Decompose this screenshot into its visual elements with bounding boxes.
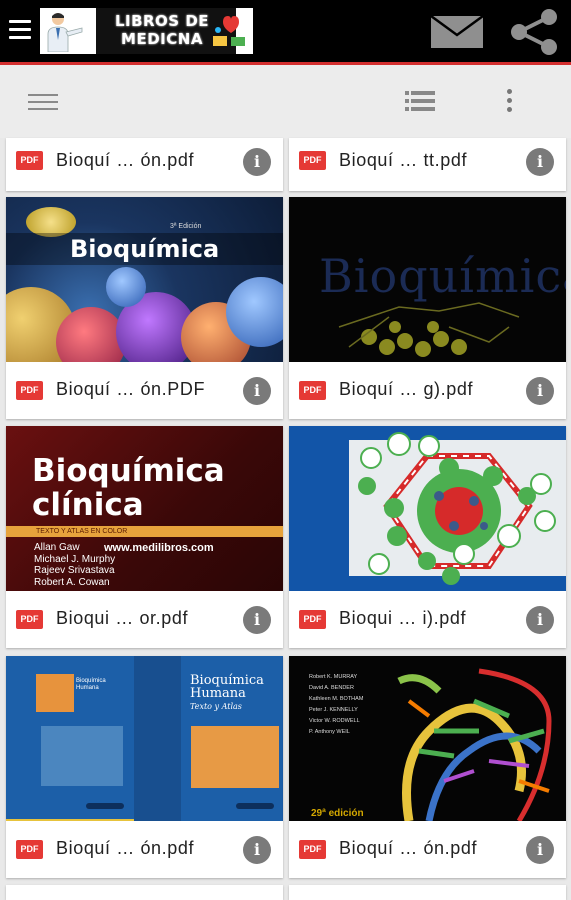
cover-author: Kathleen M. BOTHAM [309, 696, 364, 702]
file-card[interactable]: PDF Bioqui … i).pdf i [289, 426, 566, 648]
file-card[interactable] [289, 885, 566, 900]
molecule-cover-graphic [289, 426, 566, 591]
share-icon[interactable] [507, 9, 561, 55]
info-icon[interactable]: i [526, 606, 554, 634]
cover-authors: Allan Gaw Michael J. Murphy Rajeev Sriva… [34, 542, 115, 588]
cover-edition: 3ª Edición [170, 223, 202, 230]
cover-title-line-2: clínica [32, 487, 144, 523]
hamburger-icon[interactable] [9, 20, 31, 42]
cover-edition: 29ª edición [311, 808, 364, 819]
pdf-icon: PDF [299, 840, 326, 859]
more-vert-icon[interactable] [505, 89, 513, 115]
logo-text: LIBROS DE MEDICNA [102, 12, 222, 48]
pdf-icon: PDF [16, 151, 43, 170]
file-card[interactable] [6, 885, 283, 900]
list-view-icon[interactable] [405, 90, 435, 112]
file-name: Bioquí … tt.pdf [339, 150, 468, 170]
pdf-icon: PDF [16, 381, 43, 400]
cover-title-line-2: Humana [190, 686, 246, 701]
file-card[interactable]: 3ª Edición Bioquímica PDF Bioquí … ón.PD… [6, 197, 283, 419]
cover-title: Bioquímica clínica [32, 454, 225, 522]
drawer-menu-icon[interactable] [28, 94, 58, 110]
file-thumbnail: Bioquímica [289, 197, 566, 362]
cover-subtitle: Texto y Atlas [190, 702, 242, 711]
cover-author: Robert A. Cowan [34, 576, 110, 588]
info-icon[interactable]: i [243, 836, 271, 864]
cover-author: Michael J. Murphy [34, 553, 116, 565]
file-name: Bioqui … or.pdf [56, 608, 189, 628]
file-card[interactable]: Bioquímica PDF Bioquí … g).pdf i [289, 197, 566, 419]
file-thumbnail [289, 426, 566, 591]
info-icon[interactable]: i [526, 377, 554, 405]
file-caption: PDF Bioquí … ón.pdf i [6, 821, 283, 878]
file-card[interactable]: Bioquímica clínica TEXTO Y ATLAS EN COLO… [6, 426, 283, 648]
cover-author: Victor W. RODWELL [309, 718, 360, 724]
heart-pills-icon [213, 16, 245, 46]
file-card[interactable]: Robert K. MURRAY David A. BENDER Kathlee… [289, 656, 566, 878]
cover-authors: Robert K. MURRAY David A. BENDER Kathlee… [309, 672, 363, 738]
file-card[interactable]: PDF Bioquí … ón.pdf i [6, 138, 283, 191]
file-thumbnail: Bioquímica Humana Bioquímica Humana Text… [6, 656, 283, 821]
file-caption: PDF Bioquí … ón.pdf i [289, 821, 566, 878]
cover-image [36, 674, 74, 712]
publisher-logo [236, 803, 274, 809]
molecule-graphic [338, 302, 520, 357]
cover-author: Robert K. MURRAY [309, 674, 358, 680]
file-name: Bioquí … ón.pdf [56, 150, 195, 170]
pdf-icon: PDF [16, 610, 43, 629]
cover-back-title-line-2: Humana [76, 685, 99, 691]
file-caption: PDF Bioquí … ón.PDF i [6, 362, 283, 419]
file-name: Bioquí … ón.PDF [56, 379, 206, 399]
cover-author: Rajeev Srivastava [34, 565, 115, 576]
info-icon[interactable]: i [243, 377, 271, 405]
file-card[interactable]: PDF Bioquí … tt.pdf i [289, 138, 566, 191]
app-logo: LIBROS DE MEDICNA [40, 8, 253, 54]
info-icon[interactable]: i [526, 836, 554, 864]
file-thumbnail: 3ª Edición Bioquímica [6, 197, 283, 362]
toolbar [0, 65, 571, 138]
file-caption: PDF Bioqui … or.pdf i [6, 591, 283, 648]
file-name: Bioquí … ón.pdf [56, 838, 195, 858]
pdf-icon: PDF [299, 151, 326, 170]
cover-spine [134, 656, 181, 821]
logo-line-2: MEDICNA [121, 30, 203, 48]
cover-back-title-line-1: Bioquímica [76, 678, 106, 684]
pdf-icon: PDF [16, 840, 43, 859]
cover-website: www.medilibros.com [104, 542, 214, 554]
file-caption: PDF Bioquí … g).pdf i [289, 362, 566, 419]
cover-title: Bioquímica [70, 235, 220, 263]
cover-title: Bioquímica Humana Texto y Atlas [190, 674, 264, 713]
logo-line-1: LIBROS DE [114, 12, 210, 30]
info-icon[interactable]: i [243, 606, 271, 634]
file-name: Bioquí … ón.pdf [339, 838, 478, 858]
cover-back-title: Bioquímica Humana [76, 678, 106, 692]
file-thumbnail: Bioquímica clínica TEXTO Y ATLAS EN COLO… [6, 426, 283, 591]
mail-icon[interactable] [430, 15, 484, 49]
file-caption: PDF Bioqui … i).pdf i [289, 591, 566, 648]
doctor-icon [47, 13, 83, 52]
file-caption: PDF Bioquí … tt.pdf i [289, 138, 566, 191]
file-name: Bioquí … g).pdf [339, 379, 474, 399]
cover-subtitle: TEXTO Y ATLAS EN COLOR [6, 526, 283, 537]
pdf-icon: PDF [299, 610, 326, 629]
cover-author: David A. BENDER [309, 685, 354, 691]
file-caption: PDF Bioquí … ón.pdf i [6, 138, 283, 191]
cover-title: Bioquímica [319, 249, 566, 303]
cover-author: P. Anthony WEIL [309, 729, 350, 735]
info-icon[interactable]: i [526, 148, 554, 176]
info-icon[interactable]: i [243, 148, 271, 176]
file-name: Bioqui … i).pdf [339, 608, 467, 628]
publisher-logo [86, 803, 124, 809]
cover-text-box [41, 726, 123, 786]
cover-title-line-1: Bioquímica [32, 453, 225, 489]
app-bar: LIBROS DE MEDICNA [0, 0, 571, 62]
file-thumbnail: Robert K. MURRAY David A. BENDER Kathlee… [289, 656, 566, 821]
cover-author: Peter J. KENNELLY [309, 707, 358, 713]
file-card[interactable]: Bioquímica Humana Bioquímica Humana Text… [6, 656, 283, 878]
cover-author: Allan Gaw [34, 542, 80, 553]
pdf-icon: PDF [299, 381, 326, 400]
cover-illustration [191, 726, 279, 788]
dna-graphic [397, 668, 552, 821]
